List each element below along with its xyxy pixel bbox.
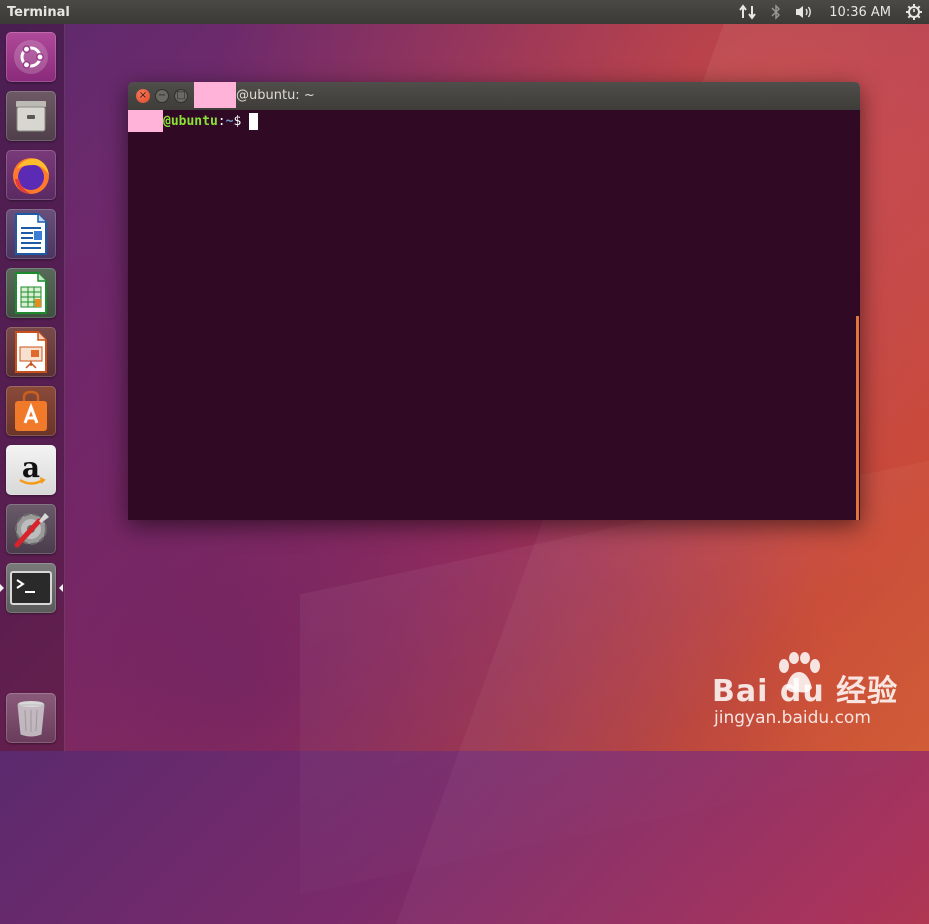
launcher-item-ubuntu-dash[interactable] — [6, 32, 56, 82]
indicator-area: 10:36 AM — [739, 0, 923, 24]
window-minimize-button[interactable]: − — [155, 89, 169, 103]
launcher: a — [0, 24, 65, 751]
launcher-item-ubuntu-software[interactable] — [6, 386, 56, 436]
close-icon: × — [138, 90, 148, 101]
file-cabinet-icon — [16, 101, 46, 132]
window-titlebar[interactable]: × − □ @ubuntu: ~ — [128, 82, 860, 110]
launcher-item-libreoffice-calc[interactable] — [6, 268, 56, 318]
window-close-button[interactable]: × — [136, 89, 150, 103]
prompt-separator: : — [217, 113, 226, 129]
clock[interactable]: 10:36 AM — [829, 5, 891, 20]
launcher-item-system-settings[interactable] — [6, 504, 56, 554]
prompt-line: @ubuntu : ~ $ — [128, 110, 259, 132]
prompt-symbol: $ — [233, 113, 242, 129]
redacted-username — [128, 110, 163, 132]
maximize-icon: □ — [176, 90, 186, 101]
active-app-title: Terminal — [7, 4, 70, 20]
scrollbar[interactable] — [856, 316, 859, 520]
firefox-icon — [13, 158, 49, 194]
svg-text:a: a — [22, 451, 40, 484]
volume-icon[interactable] — [795, 4, 815, 20]
launcher-item-amazon[interactable]: a — [6, 445, 56, 495]
launcher-item-libreoffice-writer[interactable] — [6, 209, 56, 259]
ubuntu-logo-icon — [14, 40, 48, 74]
baidu-watermark: Bai du 经验 jingyan.baidu.com — [712, 652, 922, 732]
launcher-item-files[interactable] — [6, 91, 56, 141]
active-indicator-right — [59, 584, 63, 592]
top-panel: Terminal 10:36 AM — [0, 0, 929, 24]
calc-icon — [15, 272, 47, 314]
text-cursor — [249, 112, 259, 130]
bluetooth-icon[interactable] — [771, 4, 781, 20]
power-gear-icon[interactable] — [905, 3, 923, 21]
terminal-icon — [10, 571, 52, 605]
window-maximize-button[interactable]: □ — [174, 89, 188, 103]
amazon-icon: a — [19, 451, 46, 485]
terminal-body[interactable]: @ubuntu : ~ $ — [128, 110, 860, 520]
prompt-host: @ubuntu — [163, 113, 218, 129]
settings-gear-icon — [14, 513, 49, 548]
writer-icon — [15, 213, 47, 255]
redacted-username — [194, 82, 236, 108]
window-title: @ubuntu: ~ — [236, 88, 315, 103]
active-indicator-left — [0, 584, 4, 592]
launcher-item-libreoffice-impress[interactable] — [6, 327, 56, 377]
prompt-path: ~ — [225, 113, 234, 129]
network-icon[interactable] — [739, 4, 757, 20]
launcher-item-firefox[interactable] — [6, 150, 56, 200]
software-bag-icon — [15, 390, 47, 431]
terminal-window: × − □ @ubuntu: ~ @ubuntu : ~ $ — [128, 82, 860, 520]
launcher-item-terminal[interactable] — [6, 563, 56, 613]
watermark-brand: Bai du 经验 — [712, 674, 899, 709]
minimize-icon: − — [157, 90, 167, 101]
impress-icon — [15, 331, 47, 373]
launcher-item-trash[interactable] — [6, 693, 56, 743]
watermark-url: jingyan.baidu.com — [714, 708, 871, 728]
trash-icon — [17, 701, 45, 737]
